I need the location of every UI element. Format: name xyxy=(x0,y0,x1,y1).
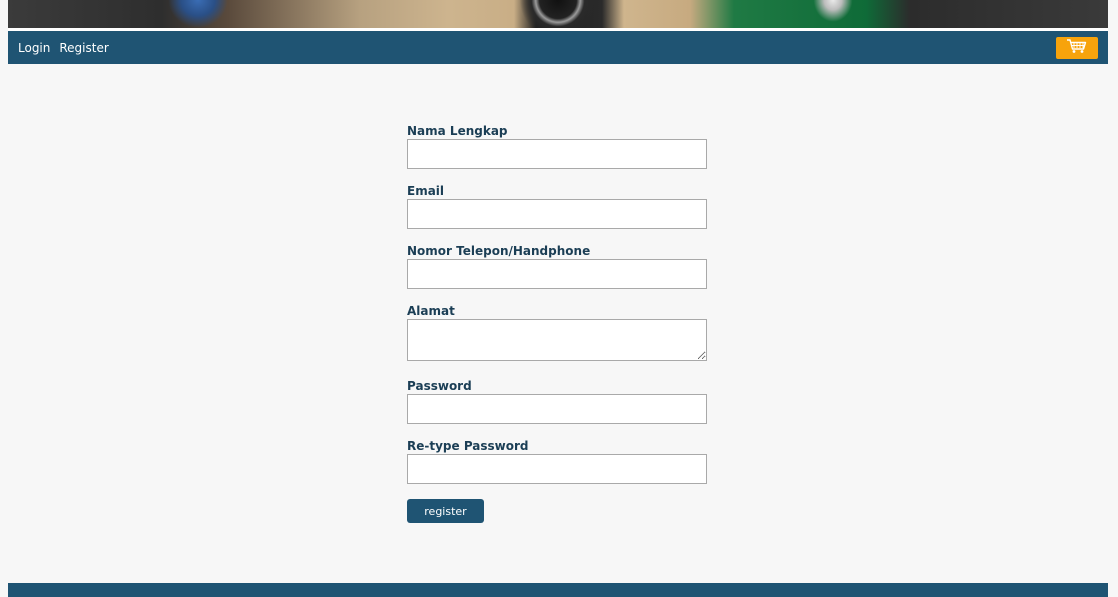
footer-bar xyxy=(8,583,1108,597)
nav-links: Login Register xyxy=(18,41,109,55)
register-link[interactable]: Register xyxy=(59,41,108,55)
address-textarea[interactable] xyxy=(407,319,707,361)
full-name-field-group: Nama Lengkap xyxy=(407,124,709,184)
retype-password-label: Re-type Password xyxy=(407,439,529,453)
full-name-label: Nama Lengkap xyxy=(407,124,508,138)
email-input[interactable] xyxy=(407,199,707,229)
email-label: Email xyxy=(407,184,445,198)
login-link[interactable]: Login xyxy=(18,41,50,55)
address-label: Alamat xyxy=(407,304,455,318)
password-input[interactable] xyxy=(407,394,707,424)
shopping-cart-icon xyxy=(1066,38,1088,59)
registration-form: Nama Lengkap Email Nomor Telepon/Handpho… xyxy=(407,124,709,523)
password-label: Password xyxy=(407,379,472,393)
retype-password-input[interactable] xyxy=(407,454,707,484)
address-field-group: Alamat xyxy=(407,304,709,379)
banner-decoration xyxy=(513,0,603,28)
phone-field-group: Nomor Telepon/Handphone xyxy=(407,244,709,304)
register-button[interactable]: register xyxy=(407,499,484,523)
cart-button[interactable] xyxy=(1056,37,1098,59)
email-field-group: Email xyxy=(407,184,709,244)
phone-input[interactable] xyxy=(407,259,707,289)
header-banner-image xyxy=(8,0,1108,28)
top-navbar: Login Register xyxy=(8,31,1108,64)
retype-password-field-group: Re-type Password xyxy=(407,439,709,499)
banner-decoration xyxy=(808,0,858,28)
phone-label: Nomor Telepon/Handphone xyxy=(407,244,591,258)
password-field-group: Password xyxy=(407,379,709,439)
banner-decoration xyxy=(168,0,228,28)
full-name-input[interactable] xyxy=(407,139,707,169)
